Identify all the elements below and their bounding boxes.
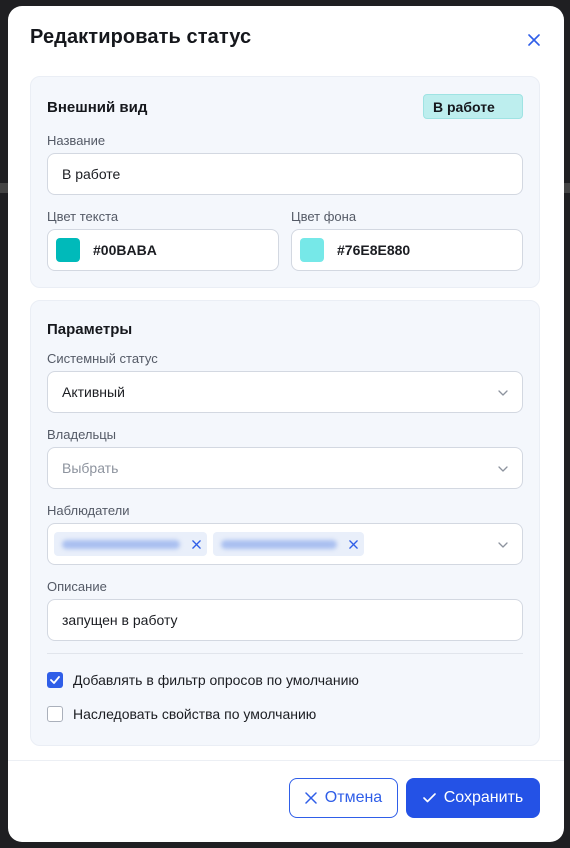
bg-color-swatch[interactable] bbox=[300, 238, 324, 262]
close-icon bbox=[305, 792, 317, 804]
name-label: Название bbox=[47, 133, 106, 148]
filter-checkbox-label: Добавлять в фильтр опросов по умолчанию bbox=[73, 672, 359, 688]
bg-color-value: #76E8E880 bbox=[337, 242, 411, 258]
save-label: Сохранить bbox=[443, 789, 524, 806]
description-value: запущен в работу bbox=[62, 612, 178, 628]
divider bbox=[47, 653, 523, 654]
owners-label: Владельцы bbox=[47, 427, 117, 442]
system-status-value: Активный bbox=[62, 384, 125, 400]
redacted-email bbox=[221, 539, 337, 549]
save-button[interactable]: Сохранить bbox=[406, 778, 540, 818]
owners-select[interactable]: Выбрать bbox=[47, 447, 523, 489]
watcher-chip bbox=[213, 532, 364, 556]
cancel-label: Отмена bbox=[324, 789, 383, 806]
filter-checkbox-row[interactable]: Добавлять в фильтр опросов по умолчанию bbox=[47, 672, 359, 688]
inherit-checkbox-label: Наследовать свойства по умолчанию bbox=[73, 706, 317, 722]
close-icon bbox=[528, 34, 540, 46]
section-title: Внешний вид bbox=[47, 99, 148, 116]
close-button[interactable] bbox=[522, 28, 546, 52]
dialog-title: Редактировать статус bbox=[30, 26, 252, 48]
footer-divider bbox=[8, 760, 564, 761]
status-badge-preview: В работе bbox=[423, 94, 523, 119]
watchers-select[interactable] bbox=[47, 523, 523, 565]
cancel-button[interactable]: Отмена bbox=[289, 778, 398, 818]
backdrop bbox=[0, 183, 8, 193]
name-input[interactable]: В работе bbox=[47, 153, 523, 195]
inherit-checkbox-row[interactable]: Наследовать свойства по умолчанию bbox=[47, 706, 316, 722]
watchers-label: Наблюдатели bbox=[47, 503, 130, 518]
filter-checkbox[interactable] bbox=[47, 672, 63, 688]
check-icon bbox=[422, 793, 436, 803]
chevron-down-icon bbox=[498, 542, 508, 548]
text-color-value: #00BABA bbox=[93, 242, 157, 258]
text-color-input[interactable]: #00BABA bbox=[47, 229, 279, 271]
parameters-section: Параметры Системный статус Активный Влад… bbox=[30, 300, 540, 746]
name-value: В работе bbox=[62, 166, 121, 182]
text-color-swatch[interactable] bbox=[56, 238, 80, 262]
close-icon[interactable] bbox=[192, 539, 201, 549]
watcher-chip bbox=[54, 532, 207, 556]
chevron-down-icon bbox=[498, 390, 508, 396]
bg-color-label: Цвет фона bbox=[291, 209, 357, 224]
section-title: Параметры bbox=[47, 321, 133, 338]
bg-color-input[interactable]: #76E8E880 bbox=[291, 229, 523, 271]
system-status-select[interactable]: Активный bbox=[47, 371, 523, 413]
description-label: Описание bbox=[47, 579, 107, 594]
chevron-down-icon bbox=[498, 466, 508, 472]
owners-placeholder: Выбрать bbox=[62, 460, 119, 476]
appearance-section: Внешний вид В работе Название В работе Ц… bbox=[30, 76, 540, 288]
check-icon bbox=[50, 676, 60, 684]
redacted-email bbox=[62, 539, 180, 549]
description-input[interactable]: запущен в работу bbox=[47, 599, 523, 641]
text-color-label: Цвет текста bbox=[47, 209, 119, 224]
system-status-label: Системный статус bbox=[47, 351, 158, 366]
edit-status-dialog: Редактировать статус Внешний вид В работ… bbox=[8, 6, 564, 842]
close-icon[interactable] bbox=[349, 539, 358, 549]
inherit-checkbox[interactable] bbox=[47, 706, 63, 722]
